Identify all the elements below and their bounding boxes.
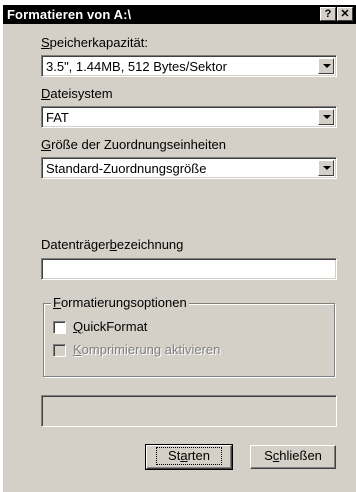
volume-label-label: Datenträgerbezeichnung <box>41 237 183 252</box>
window-title: Formatieren von A:\ <box>7 7 132 22</box>
filesystem-label-text: ateisystem <box>50 86 113 101</box>
compress-checkbox <box>53 344 66 357</box>
quickformat-label[interactable]: QuickFormat <box>73 319 147 334</box>
volume-label-accel: b <box>109 237 117 252</box>
start-button[interactable]: Starten <box>145 444 233 470</box>
help-button[interactable]: ? <box>320 7 336 21</box>
format-options-text: ormatierungsoptionen <box>60 295 187 310</box>
compress-label: Komprimierung aktivieren <box>73 342 220 357</box>
allocation-select[interactable]: Standard-Zuordnungsgröße <box>41 157 337 179</box>
filesystem-dropdown-button[interactable] <box>318 109 334 125</box>
capacity-label-accel: S <box>41 35 50 50</box>
compress-text: omprimierung aktivieren <box>81 342 221 357</box>
format-dialog: Formatieren von A:\ ? ✕ Speicherkapazitä… <box>2 4 356 492</box>
quickformat-accel: Q <box>73 319 84 334</box>
allocation-label-text: röße der Zuordnungseinheiten <box>51 137 227 152</box>
format-options-group <box>43 303 335 377</box>
start-button-rest: rten <box>187 448 210 463</box>
chevron-down-icon <box>323 166 331 170</box>
capacity-label-text: peicherkapazität: <box>49 35 148 50</box>
close-icon: ✕ <box>340 8 350 20</box>
close-button[interactable]: Schließen <box>250 445 336 469</box>
chevron-down-icon <box>323 64 331 68</box>
start-button-pre: St <box>168 448 181 463</box>
progress-status-box <box>41 395 337 427</box>
filesystem-value: FAT <box>46 110 69 125</box>
capacity-label: Speicherkapazität: <box>41 35 148 50</box>
allocation-label-accel: G <box>41 137 52 152</box>
capacity-dropdown-button[interactable] <box>318 58 334 74</box>
start-button-label: Starten <box>156 447 222 465</box>
quickformat-text: uickFormat <box>83 319 148 334</box>
volume-label-text-pre: Datenträger <box>41 237 110 252</box>
capacity-select[interactable]: 3.5", 1.44MB, 512 Bytes/Sektor <box>41 55 337 77</box>
volume-label-input[interactable] <box>41 258 337 280</box>
format-options-legend: Formatierungsoptionen <box>51 295 189 310</box>
close-button-rest: hließen <box>279 448 322 463</box>
allocation-value: Standard-Zuordnungsgröße <box>46 161 207 176</box>
filesystem-select[interactable]: FAT <box>41 106 337 128</box>
title-bar[interactable]: Formatieren von A:\ ? ✕ <box>3 5 356 24</box>
format-options-accel: F <box>53 295 61 310</box>
volume-label-text-rest: ezeichnung <box>116 237 184 252</box>
compress-accel: K <box>73 342 82 357</box>
close-window-button[interactable]: ✕ <box>337 7 353 21</box>
allocation-label: Größe der Zuordnungseinheiten <box>41 137 226 152</box>
start-button-accel: a <box>180 448 188 463</box>
capacity-value: 3.5", 1.44MB, 512 Bytes/Sektor <box>46 59 227 74</box>
quickformat-checkbox[interactable] <box>53 321 66 334</box>
allocation-dropdown-button[interactable] <box>318 160 334 176</box>
filesystem-label-accel: D <box>41 86 51 101</box>
filesystem-label: Dateisystem <box>41 86 113 101</box>
close-button-pre: S <box>264 448 273 463</box>
chevron-down-icon <box>323 115 331 119</box>
